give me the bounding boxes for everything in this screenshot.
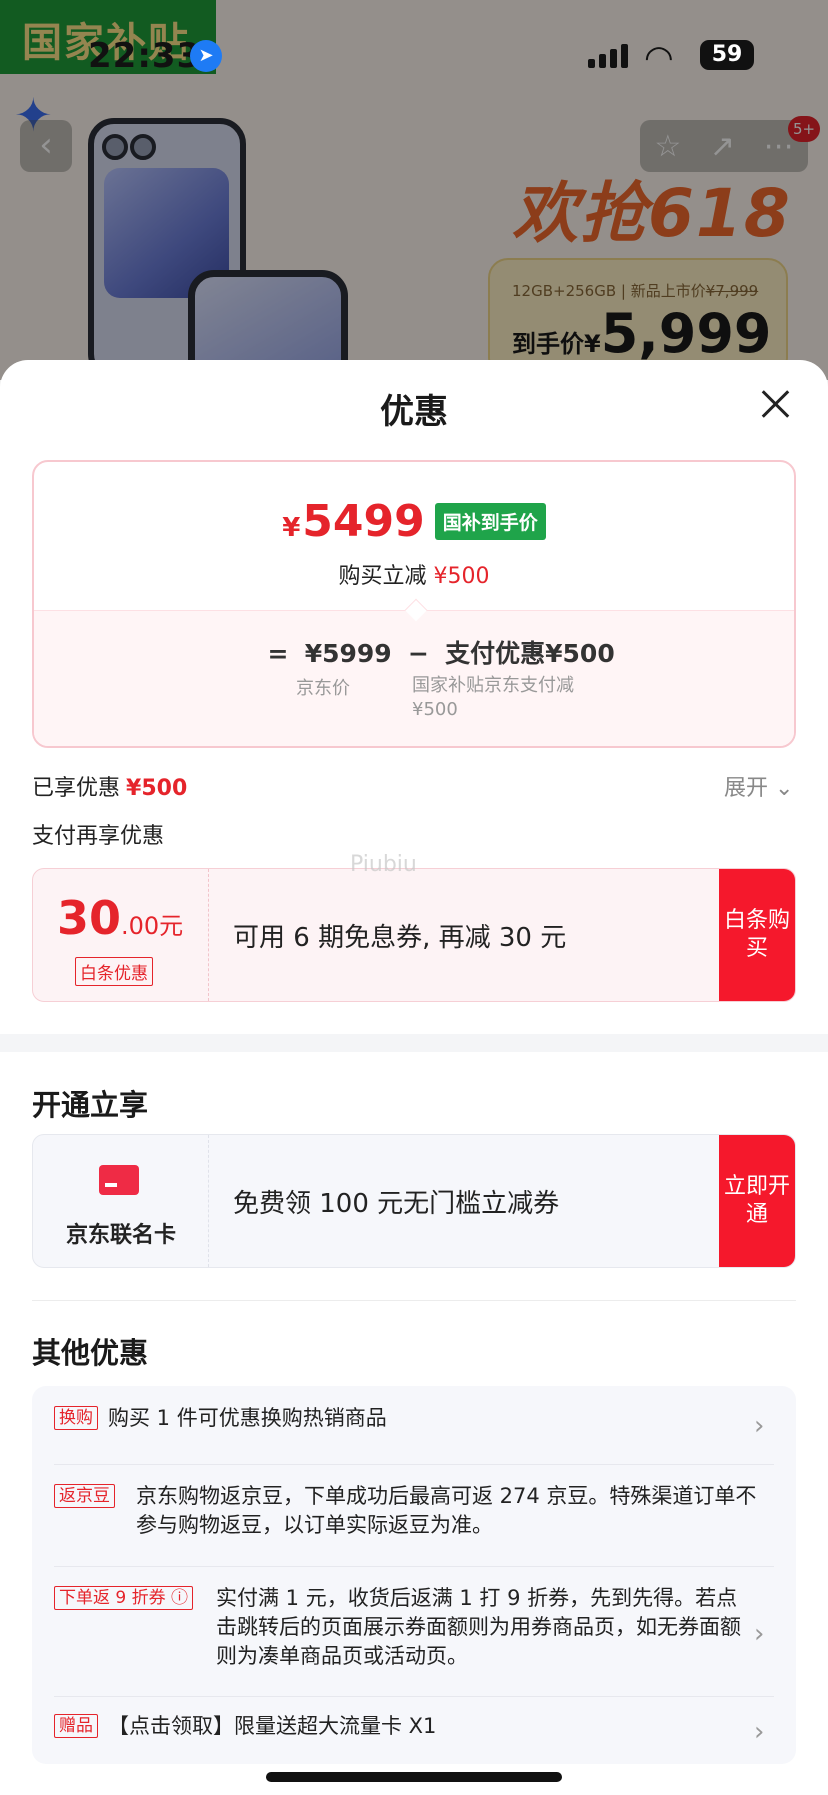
offer-tag: 下单返 9 折券 ⓘ bbox=[54, 1586, 194, 1610]
jd-price: ¥5999 bbox=[304, 639, 392, 668]
sheet-title: 优惠 bbox=[380, 392, 448, 432]
baitiao-coupon[interactable]: 30.00元 白条优惠 可用 6 期免息券, 再减 30 元 白条购买 bbox=[32, 868, 796, 1002]
coupon-description: 可用 6 期免息券, 再减 30 元 bbox=[233, 922, 567, 953]
offer-tag: 返京豆 bbox=[54, 1484, 115, 1508]
final-price: 5499 bbox=[302, 496, 425, 547]
location-icon: ➤ bbox=[190, 40, 222, 72]
purchase-reduction: 购买立减 ¥500 bbox=[338, 564, 490, 589]
list-item: 返京豆 京东购物返京豆，下单成功后最高可返 274 京豆。特殊渠道订单不参与购物… bbox=[54, 1482, 774, 1552]
payment-discount: 支付优惠¥500 bbox=[445, 639, 615, 668]
discount-sheet: 优惠 ¥ 5499 国补到手价 购买立减 ¥500 = ¥5999 − 支付优惠… bbox=[0, 360, 828, 1795]
coupon-amount: 30.00元 bbox=[57, 891, 184, 945]
offer-tag: 换购 bbox=[54, 1406, 98, 1430]
offer-tag: 赠品 bbox=[54, 1714, 98, 1738]
pay-more-label: 支付再享优惠 bbox=[32, 824, 165, 849]
card-name: 京东联名卡 bbox=[65, 1223, 176, 1248]
list-item[interactable]: 换购 购买 1 件可优惠换购热销商品 › bbox=[54, 1404, 774, 1448]
chevron-right-icon: › bbox=[754, 1619, 765, 1649]
open-now-button[interactable]: 立即开通 bbox=[719, 1135, 795, 1267]
chevron-right-icon: › bbox=[754, 1411, 765, 1441]
subsidy-price-tag: 国补到手价 bbox=[434, 503, 546, 540]
clock: 22:33 bbox=[88, 36, 202, 76]
close-icon[interactable] bbox=[752, 382, 798, 428]
enjoyed-discount: 已享优惠 ¥500 bbox=[32, 776, 188, 801]
status-bar: 22:33 ➤ ◠ 59 bbox=[0, 0, 828, 110]
currency-symbol: ¥ bbox=[282, 512, 301, 543]
jd-price-note: 京东价 bbox=[296, 678, 350, 699]
baitiao-buy-button[interactable]: 白条购买 bbox=[719, 869, 795, 1001]
coupon-type-label: 白条优惠 bbox=[75, 957, 153, 986]
chevron-right-icon: › bbox=[754, 1717, 765, 1747]
list-item[interactable]: 下单返 9 折券 ⓘ 实付满 1 元，收货后返满 1 打 9 折券，先到先得。若… bbox=[54, 1584, 774, 1684]
battery-indicator: 59 bbox=[700, 40, 754, 70]
cellular-signal-icon bbox=[588, 44, 628, 68]
discount-note: 国家补贴京东支付减¥500 bbox=[412, 675, 574, 720]
price-formula: = ¥5999 − 支付优惠¥500 bbox=[267, 639, 615, 668]
offer-description: 免费领 100 元无门槛立减券 bbox=[233, 1188, 560, 1219]
open-section-title: 开通立享 bbox=[32, 1088, 149, 1122]
wifi-icon: ◠ bbox=[644, 38, 674, 78]
cobrand-card-offer[interactable]: 京东联名卡 免费领 100 元无门槛立减券 立即开通 bbox=[32, 1134, 796, 1268]
info-icon: ⓘ bbox=[171, 1588, 189, 1608]
price-summary-card: ¥ 5499 国补到手价 购买立减 ¥500 = ¥5999 − 支付优惠¥50… bbox=[32, 460, 796, 748]
credit-card-icon bbox=[99, 1165, 139, 1195]
home-indicator[interactable] bbox=[266, 1772, 562, 1782]
chevron-down-icon: ⌄ bbox=[775, 776, 794, 801]
other-offers-list: 换购 购买 1 件可优惠换购热销商品 › 返京豆 京东购物返京豆，下单成功后最高可… bbox=[32, 1386, 796, 1764]
expand-toggle[interactable]: 展开 ⌄ bbox=[724, 770, 793, 802]
list-item[interactable]: 赠品 【点击领取】限量送超大流量卡 X1 › bbox=[54, 1712, 774, 1752]
other-section-title: 其他优惠 bbox=[32, 1336, 149, 1370]
watermark: Piubiu bbox=[350, 852, 417, 877]
